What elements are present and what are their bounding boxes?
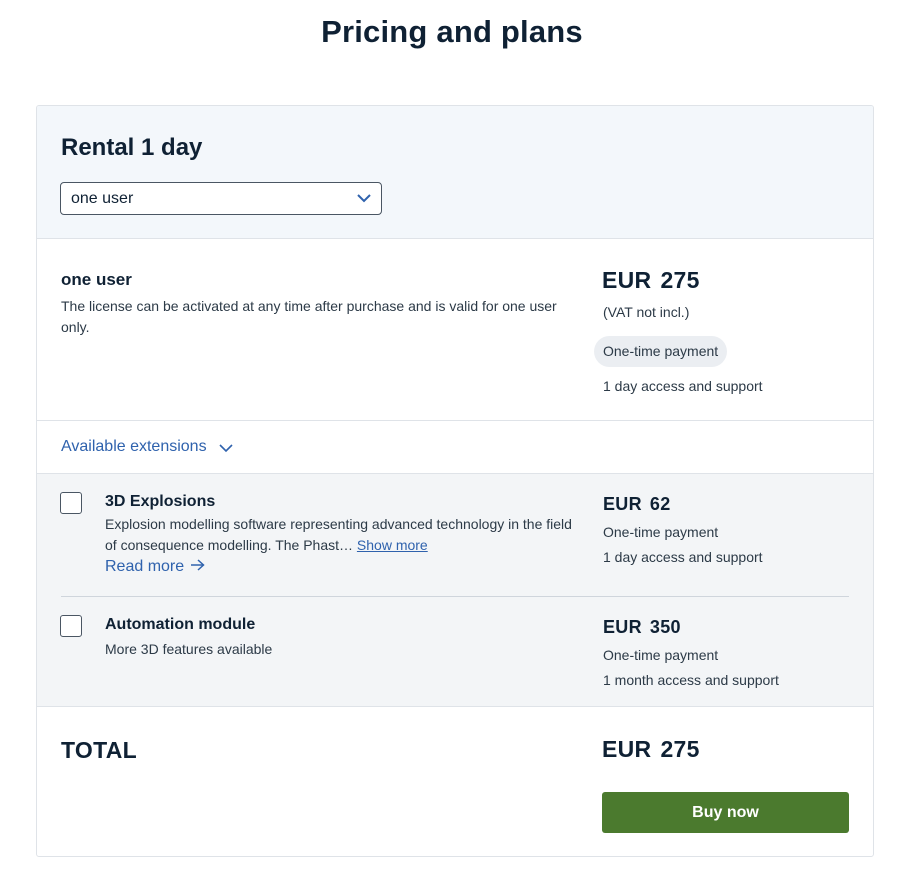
- extension-payment: One-time payment: [603, 524, 719, 540]
- extension-amount: 62: [649, 494, 671, 514]
- plan-header: Rental 1 day one user: [37, 106, 873, 239]
- extension-item: Automation module More 3D features avail…: [37, 597, 873, 707]
- extensions-toggle[interactable]: Available extensions: [37, 421, 873, 474]
- user-count-select[interactable]: one user: [60, 182, 382, 215]
- extensions-toggle-label: Available extensions: [61, 438, 207, 455]
- read-more-link[interactable]: Read more: [105, 558, 205, 576]
- license-name: one user: [61, 270, 132, 289]
- total-label: TOTAL: [61, 737, 138, 763]
- show-more-link[interactable]: Show more: [357, 537, 428, 553]
- extension-item: 3D Explosions Explosion modelling softwa…: [37, 474, 873, 597]
- chevron-down-icon: [357, 194, 371, 203]
- arrow-right-icon: [191, 559, 205, 571]
- read-more-label: Read more: [105, 558, 185, 575]
- license-row: one user The license can be activated at…: [37, 239, 873, 421]
- chevron-down-icon: [219, 444, 233, 453]
- extension-access: 1 month access and support: [603, 672, 779, 688]
- extension-currency: EUR: [603, 617, 642, 637]
- extension-price: EUR 350: [603, 617, 681, 638]
- total-price: EUR 275: [602, 736, 700, 763]
- total-amount: 275: [660, 736, 700, 762]
- extension-access: 1 day access and support: [603, 549, 763, 565]
- payment-badge: One-time payment: [594, 336, 728, 367]
- license-description: The license can be activated at any time…: [61, 298, 557, 335]
- extension-checkbox[interactable]: [60, 492, 82, 514]
- license-price: EUR 275: [602, 267, 700, 294]
- extension-currency: EUR: [603, 494, 642, 514]
- pricing-card: Rental 1 day one user one user The licen…: [36, 105, 874, 857]
- license-amount: 275: [660, 267, 700, 293]
- total-currency: EUR: [602, 736, 652, 762]
- extension-description-text: Explosion modelling software representin…: [105, 516, 572, 553]
- plan-title: Rental 1 day: [61, 134, 203, 161]
- extension-payment: One-time payment: [603, 647, 719, 663]
- license-access: 1 day access and support: [603, 378, 763, 394]
- extension-description: More 3D features available: [105, 641, 273, 657]
- vat-note: (VAT not incl.): [603, 304, 690, 320]
- extension-name: 3D Explosions: [105, 493, 216, 510]
- extension-name: Automation module: [105, 616, 256, 633]
- extension-amount: 350: [649, 617, 681, 637]
- user-count-select-value: one user: [71, 190, 134, 207]
- extension-description: Explosion modelling software representin…: [105, 514, 575, 556]
- extensions-list: 3D Explosions Explosion modelling softwa…: [37, 474, 873, 707]
- buy-now-button[interactable]: Buy now: [602, 792, 849, 833]
- extension-price: EUR 62: [603, 494, 671, 515]
- total-row: TOTAL EUR 275 Buy now: [37, 707, 873, 856]
- extension-checkbox[interactable]: [60, 615, 82, 637]
- page-title: Pricing and plans: [321, 14, 583, 49]
- license-currency: EUR: [602, 267, 652, 293]
